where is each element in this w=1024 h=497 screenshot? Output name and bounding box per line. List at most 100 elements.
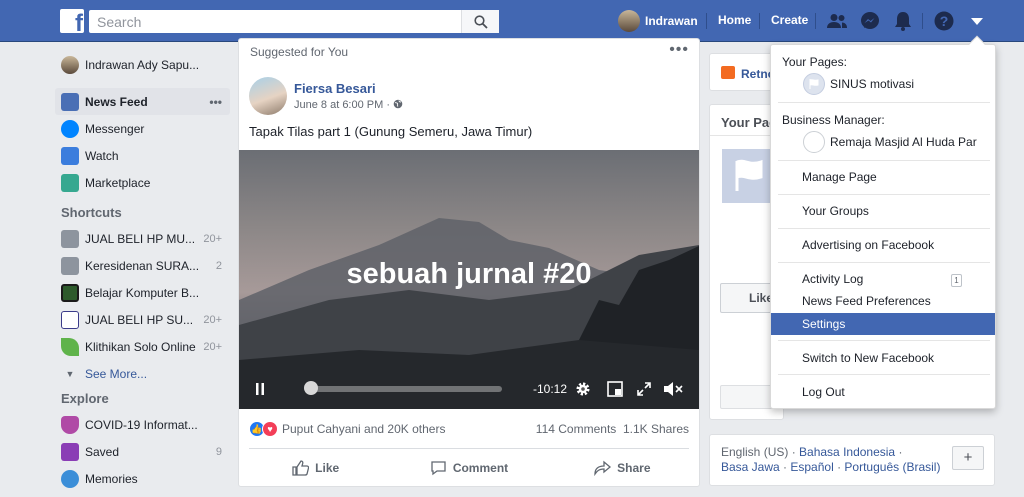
reaction-summary[interactable]: 👍 ♥ Puput Cahyani and 20K others <box>249 421 445 437</box>
sidebar-item-marketplace[interactable]: Marketplace <box>55 169 230 196</box>
friends-icon[interactable] <box>826 10 848 32</box>
business-avatar <box>803 131 825 153</box>
language-link[interactable]: Basa Jawa <box>721 460 780 474</box>
sidebar-item-watch[interactable]: Watch <box>55 142 230 169</box>
menu-item-manage-page[interactable]: Manage Page <box>771 166 995 188</box>
gear-icon[interactable] <box>575 381 591 397</box>
search-input[interactable] <box>89 10 459 33</box>
sidebar-item-label: Belajar Komputer B... <box>85 285 200 300</box>
divider <box>778 262 990 263</box>
language-link[interactable]: Español <box>790 460 833 474</box>
sidebar-item-profile[interactable]: Indrawan Ady Sapu... <box>55 50 230 80</box>
sidebar-item-news-feed[interactable]: News Feed ••• <box>55 88 230 115</box>
facebook-logo[interactable]: f <box>60 9 84 33</box>
separator: · <box>895 445 903 459</box>
profile-name: Indrawan <box>645 14 698 28</box>
sidebar-item-covid[interactable]: COVID-19 Informat... <box>55 411 230 438</box>
sidebar-item-messenger[interactable]: Messenger <box>55 115 230 142</box>
post-time-text: June 8 at 6:00 PM · <box>294 99 394 111</box>
reaction-text: Puput Cahyani and 20K others <box>282 422 446 436</box>
separator: · <box>788 445 800 459</box>
menu-item-advertising[interactable]: Advertising on Facebook <box>771 234 995 256</box>
post-text: Tapak Tilas part 1 (Gunung Semeru, Jawa … <box>249 124 533 139</box>
sidebar-item-label: News Feed <box>85 94 148 109</box>
notifications-icon[interactable] <box>892 10 914 32</box>
share-button[interactable]: Share <box>546 457 699 479</box>
video-progress-track[interactable] <box>305 386 502 392</box>
separator: · <box>833 460 845 474</box>
menu-item-news-feed-preferences[interactable]: News Feed Preferences <box>771 290 995 312</box>
page-item-sinus[interactable]: SINUS motivasi <box>803 73 914 95</box>
globe-icon <box>393 99 403 109</box>
business-name: Remaja Masjid Al Huda Par <box>830 135 977 149</box>
pause-icon[interactable] <box>255 383 265 395</box>
messenger-icon <box>61 119 79 138</box>
sidebar-item-shortcut[interactable]: JUAL BELI HP MU... 20+ <box>55 225 230 252</box>
video-player[interactable]: sebuah jurnal #20 -10:12 <box>239 150 699 409</box>
minimize-player-icon[interactable] <box>607 381 623 397</box>
see-more-link[interactable]: ▼ See More... <box>55 360 230 387</box>
suggested-label: Suggested for You <box>250 45 349 59</box>
sidebar-item-label: Keresidenan SURA... <box>85 258 200 273</box>
gift-icon <box>721 66 735 79</box>
sidebar-item-shortcut[interactable]: Keresidenan SURA... 2 <box>55 252 230 279</box>
explore-heading: Explore <box>61 391 109 406</box>
comment-button[interactable]: Comment <box>392 457 545 479</box>
profile-link[interactable]: Indrawan <box>618 10 698 32</box>
nav-divider <box>706 13 707 29</box>
shield-icon <box>61 415 79 434</box>
language-link[interactable]: Bahasa Indonesia <box>799 445 895 459</box>
account-menu-icon[interactable] <box>966 10 988 32</box>
sidebar-item-memories[interactable]: Memories <box>55 465 230 492</box>
comment-icon <box>431 461 446 476</box>
fullscreen-icon[interactable] <box>636 381 652 397</box>
messenger-icon[interactable] <box>859 10 881 32</box>
menu-item-settings[interactable]: Settings <box>771 313 995 335</box>
mute-icon[interactable] <box>663 380 683 398</box>
home-link[interactable]: Home <box>718 13 751 27</box>
flag-icon <box>735 159 763 191</box>
notification-count: 20+ <box>203 340 222 353</box>
sidebar-item-label: Memories <box>85 471 138 486</box>
nav-divider <box>815 13 816 29</box>
sidebar-item-saved[interactable]: Saved 9 <box>55 438 230 465</box>
shortcuts-heading: Shortcuts <box>61 205 122 220</box>
top-bar: f Indrawan Home Create ? <box>0 0 1024 42</box>
divider <box>778 228 990 229</box>
sidebar-item-shortcut[interactable]: Belajar Komputer B... <box>55 279 230 306</box>
comment-count[interactable]: 114 Comments <box>536 422 616 436</box>
menu-item-log-out[interactable]: Log Out <box>771 381 995 403</box>
add-language-button[interactable]: + <box>952 446 984 470</box>
search-button[interactable] <box>461 10 499 33</box>
svg-text:?: ? <box>940 13 949 29</box>
share-label: Share <box>617 461 651 475</box>
nav-divider <box>759 13 760 29</box>
share-count[interactable]: 1.1K Shares <box>623 422 689 436</box>
sidebar-item-label: Indrawan Ady Sapu... <box>85 58 200 72</box>
divider <box>778 194 990 195</box>
avatar <box>618 10 640 32</box>
search-icon <box>473 14 488 29</box>
author-name[interactable]: Fiersa Besari <box>294 81 376 96</box>
menu-item-switch-new-facebook[interactable]: Switch to New Facebook <box>771 347 995 369</box>
menu-item-your-groups[interactable]: Your Groups <box>771 200 995 222</box>
sidebar-item-shortcut[interactable]: JUAL BELI HP SU... 20+ <box>55 306 230 333</box>
sidebar-item-events[interactable] <box>55 492 230 497</box>
language-link[interactable]: Português (Brasil) <box>844 460 940 474</box>
video-scrubber[interactable] <box>303 381 318 395</box>
help-icon[interactable]: ? <box>933 10 955 32</box>
business-item[interactable]: Remaja Masjid Al Huda Par <box>803 131 977 153</box>
author-avatar[interactable] <box>249 77 287 115</box>
post-options-icon[interactable]: ••• <box>669 41 689 59</box>
more-options-icon[interactable]: ••• <box>209 95 222 109</box>
sidebar-item-shortcut[interactable]: Klithikan Solo Online 20+ <box>55 333 230 360</box>
avatar <box>61 56 79 74</box>
post-timestamp[interactable]: June 8 at 6:00 PM · <box>294 99 403 111</box>
love-reaction-icon: ♥ <box>262 421 278 437</box>
divider <box>778 340 990 341</box>
divider <box>249 448 689 449</box>
create-link[interactable]: Create <box>771 13 808 27</box>
like-button[interactable]: Like <box>239 457 392 479</box>
search-box <box>89 10 499 33</box>
sidebar-item-label: JUAL BELI HP MU... <box>85 231 196 246</box>
